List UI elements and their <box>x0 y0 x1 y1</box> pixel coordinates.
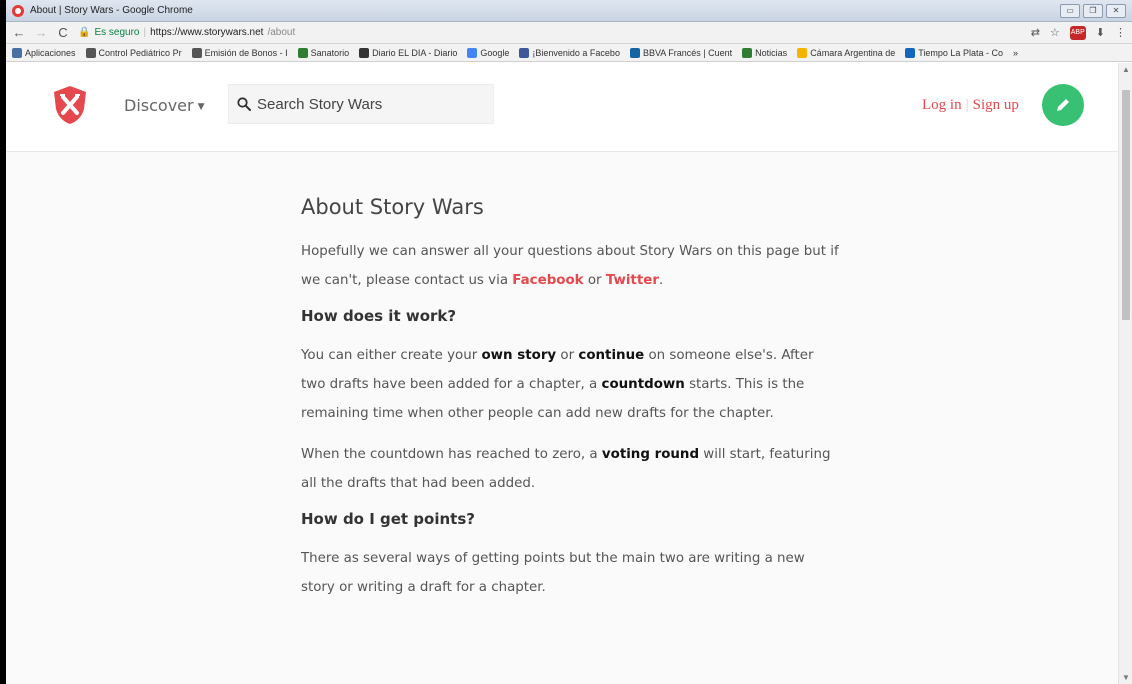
omnibox[interactable]: 🔒 Es seguro | https://www.storywars.net /… <box>78 24 1023 42</box>
discover-label: Discover <box>124 96 194 115</box>
globe-icon <box>191 47 202 58</box>
title-bar: About | Story Wars - Google Chrome ▭ ❐ ✕ <box>6 0 1132 22</box>
heading-how-it-works: How does it work? <box>301 307 457 325</box>
globe-icon <box>85 47 96 58</box>
forward-icon[interactable]: → <box>34 25 48 40</box>
window-title: About | Story Wars - Google Chrome <box>30 5 193 16</box>
maximize-button[interactable]: ❐ <box>1083 3 1103 18</box>
bookmark-item[interactable]: BBVA Francés | Cuent <box>629 47 732 58</box>
download-icon[interactable]: ⬇ <box>1096 26 1105 39</box>
site-header: Discover ▼ Search Story Wars Log in | Sign … <box>6 63 1118 152</box>
bookmark-item[interactable]: Sanatorio <box>297 47 349 58</box>
bookmark-item[interactable]: Emisión de Bonos - I <box>191 47 288 58</box>
web-page: Discover ▼ Search Story Wars Log in | Sign … <box>6 63 1118 684</box>
bookmark-item[interactable]: Control Pediátrico Pr <box>85 47 182 58</box>
bookmark-item[interactable]: Tiempo La Plata - Co <box>905 47 1003 58</box>
window-controls: ▭ ❐ ✕ <box>1060 3 1126 18</box>
extension-icons: ⇄ ☆ ABP ⬇ ⋮ <box>1031 25 1126 40</box>
more-bookmarks-icon[interactable]: » <box>1013 48 1018 58</box>
search-placeholder: Search Story Wars <box>257 95 383 113</box>
translate-icon[interactable]: ⇄ <box>1031 26 1040 39</box>
close-button[interactable]: ✕ <box>1106 3 1126 18</box>
scroll-up-icon[interactable]: ▲ <box>1122 65 1130 74</box>
bookmarks-bar: Aplicaciones Control Pediátrico Pr Emisi… <box>6 44 1132 62</box>
weather-icon <box>905 47 916 58</box>
heading-points: How do I get points? <box>301 510 475 528</box>
page-title: About Story Wars <box>301 195 484 219</box>
secure-label: Es seguro <box>94 27 140 38</box>
apps-icon <box>12 47 22 58</box>
menu-icon[interactable]: ⋮ <box>1115 26 1126 39</box>
paragraph-points: There as several ways of getting points … <box>301 551 805 595</box>
back-icon[interactable]: ← <box>12 25 26 40</box>
facebook-icon <box>519 47 530 58</box>
auth-links: Log in | Sign up <box>922 97 1019 114</box>
scrollbar-thumb[interactable] <box>1122 90 1130 320</box>
bank-icon <box>629 47 640 58</box>
paragraph-how-it-works: You can either create your own story or … <box>301 348 814 421</box>
bookmark-item[interactable]: Noticias <box>742 47 787 58</box>
browser-window: About | Story Wars - Google Chrome ▭ ❐ ✕… <box>6 0 1132 684</box>
intro-paragraph: Hopefully we can answer all your questio… <box>301 244 839 288</box>
search-input[interactable]: Search Story Wars <box>228 84 494 124</box>
scroll-down-icon[interactable]: ▼ <box>1122 673 1130 682</box>
google-icon <box>467 47 478 58</box>
bookmark-item[interactable]: Diario EL DIA - Diario <box>359 47 457 58</box>
bookmark-item[interactable]: Aplicaciones <box>12 47 76 58</box>
discover-menu[interactable]: Discover ▼ <box>124 96 205 115</box>
news-icon <box>742 47 753 58</box>
url-host: https://www.storywars.net <box>150 27 264 38</box>
adblock-icon[interactable]: ABP <box>1069 25 1086 40</box>
facebook-link[interactable]: Facebook <box>512 273 583 288</box>
lock-icon: 🔒 <box>78 27 91 38</box>
minimize-button[interactable]: ▭ <box>1060 3 1080 18</box>
url-path: /about <box>267 27 296 38</box>
login-link[interactable]: Log in <box>922 97 962 113</box>
reload-icon[interactable]: C <box>56 25 70 40</box>
about-content: About Story Wars Hopefully we can answer… <box>301 195 841 614</box>
write-story-button[interactable] <box>1042 84 1084 126</box>
chrome-icon <box>12 4 24 17</box>
star-icon[interactable]: ☆ <box>1050 26 1060 39</box>
auth-divider: | <box>965 97 969 113</box>
address-bar: ← → C 🔒 Es seguro | https://www.storywar… <box>6 22 1132 44</box>
twitter-link[interactable]: Twitter <box>606 273 659 288</box>
story-wars-logo-icon[interactable] <box>52 85 88 125</box>
caret-down-icon: ▼ <box>197 102 205 112</box>
search-icon <box>237 97 251 111</box>
page-scrollbar[interactable]: ▲ ▼ <box>1118 63 1132 684</box>
leaf-icon <box>297 47 308 58</box>
newspaper-icon <box>359 47 370 58</box>
bookmark-item[interactable]: Cámara Argentina de <box>797 47 895 58</box>
omnibox-separator: | <box>143 27 147 38</box>
paragraph-voting: When the countdown has reached to zero, … <box>301 447 831 491</box>
chamber-icon <box>797 47 808 58</box>
signup-link[interactable]: Sign up <box>973 97 1019 113</box>
bookmark-item[interactable]: ¡Bienvenido a Facebo <box>519 47 620 58</box>
pencil-icon <box>1057 99 1069 111</box>
bookmark-item[interactable]: Google <box>467 47 509 58</box>
